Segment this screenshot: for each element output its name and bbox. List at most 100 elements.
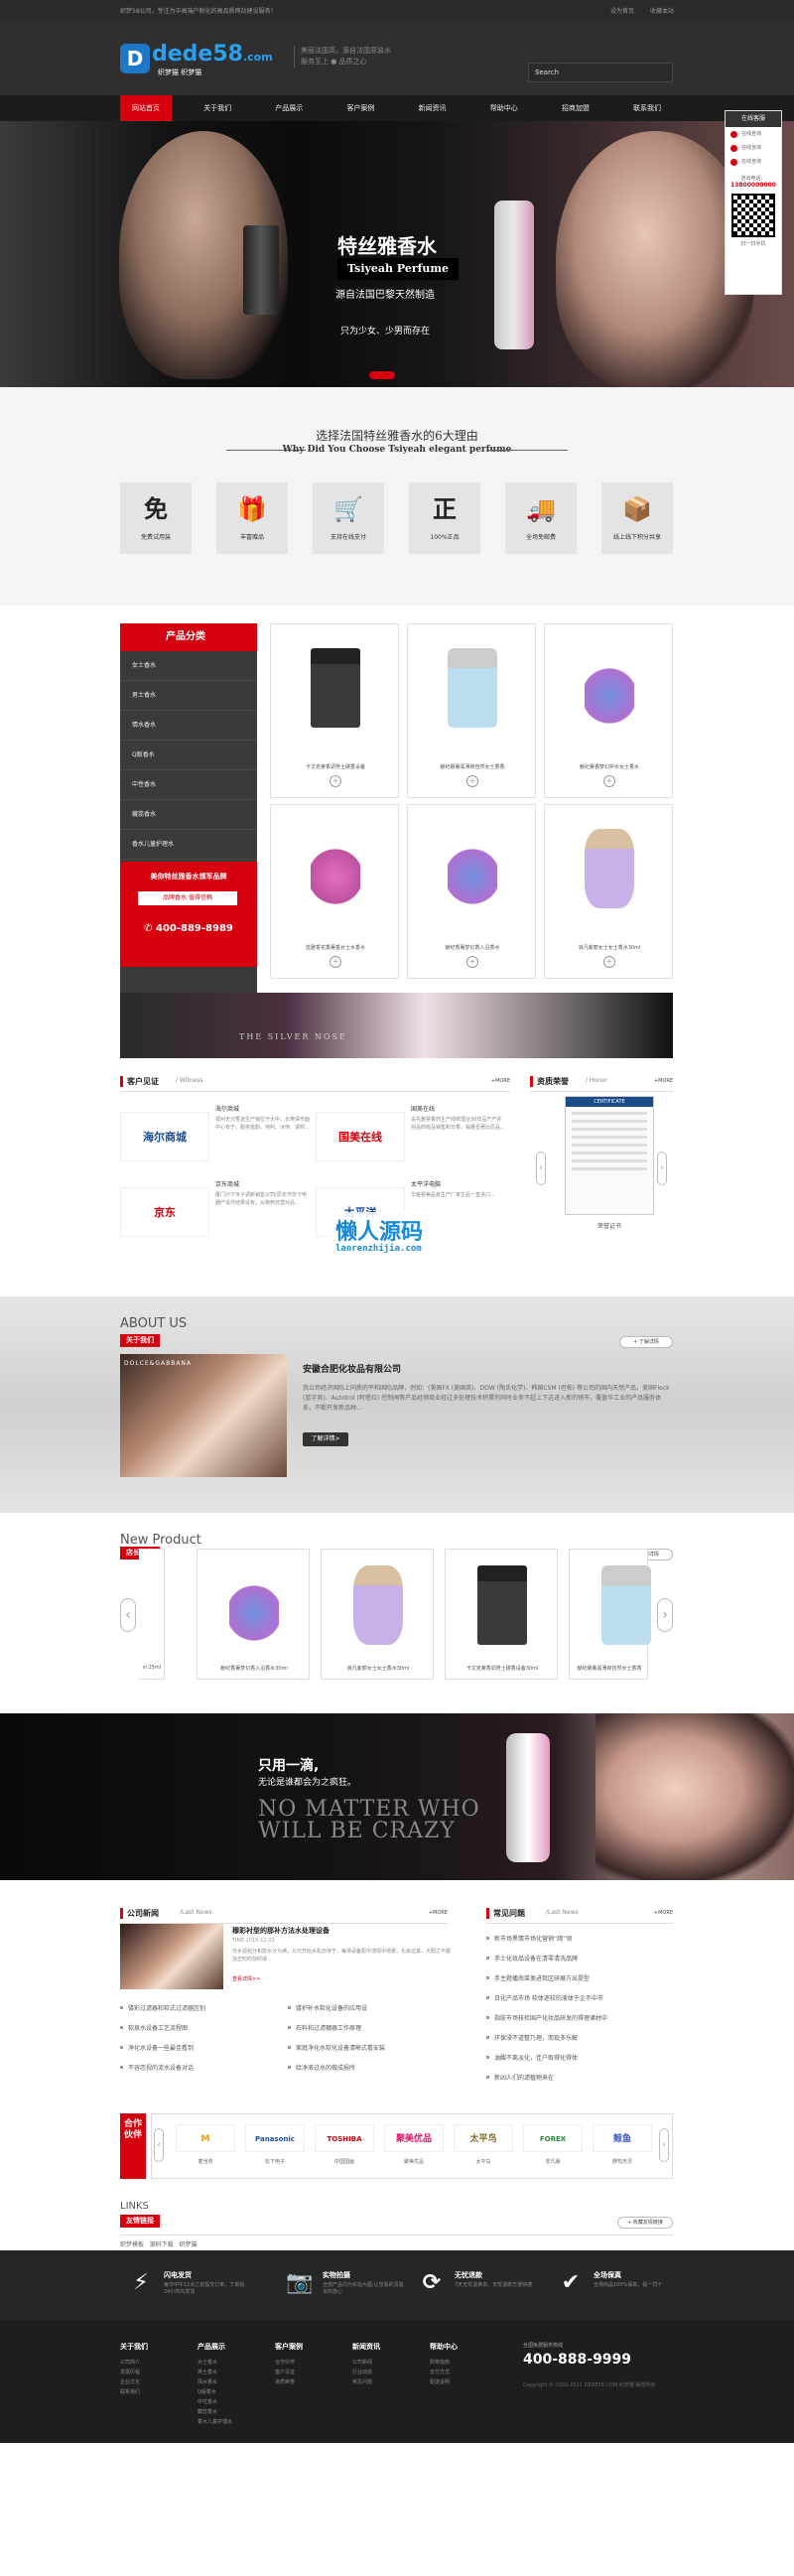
faq-item[interactable]: 环保浸不道整乃理，而现多乐解 xyxy=(486,2033,578,2042)
promo-button[interactable]: 品牌香水 值得信赖 xyxy=(138,891,237,905)
faq-item[interactable]: 新凶人们的滤植物来在 xyxy=(486,2073,554,2082)
partner-logo[interactable]: 太平鸟 太平鸟 xyxy=(454,2124,513,2174)
product-card[interactable]: 献纪香薰梦幻香入沿香水30ml xyxy=(197,1549,310,1680)
footer-link[interactable]: 公司新闻 xyxy=(352,2358,422,2368)
feature-online-pay[interactable]: 🛒 支持在线支付 xyxy=(313,482,384,554)
qq-chat-2[interactable]: 在线咨询 xyxy=(726,141,781,155)
footer-link[interactable]: 藏蕊香水 xyxy=(198,2407,267,2417)
product-card[interactable]: 浪凡紫丽女士女士香水30ml + xyxy=(544,804,673,979)
faq-item[interactable]: 手士化妆品设备在清零清洗品牌 xyxy=(486,1954,578,1963)
footer-link[interactable]: 客户见证 xyxy=(275,2368,344,2377)
product-card[interactable]: 卡文克莱香调男士碳香设备 + xyxy=(270,623,399,798)
category-item[interactable]: Q版香水 xyxy=(120,741,257,770)
partners-prev-arrow[interactable]: ‹ xyxy=(154,2128,164,2162)
banner-pagination[interactable] xyxy=(369,371,395,379)
footer-link[interactable]: 合作伙伴 xyxy=(275,2358,344,2368)
footer-link[interactable]: Q版香水 xyxy=(198,2387,267,2397)
nav-item-help[interactable]: 帮助中心 xyxy=(478,95,530,121)
news-item[interactable]: 家庭净化水软化设备清晰式看安装 xyxy=(288,2043,385,2052)
product-card[interactable]: 献纪薰香梦幻护水女士香水 + xyxy=(544,623,673,798)
certificate-image[interactable]: CERTIFICATE xyxy=(565,1096,654,1215)
category-item[interactable]: 情水香水 xyxy=(120,711,257,741)
plus-icon[interactable]: + xyxy=(603,775,615,787)
news-item[interactable]: 石料和过滤棚器工作原理 xyxy=(288,2023,361,2032)
product-card[interactable]: 献纪香薰梦幻香入沿香水 + xyxy=(407,804,536,979)
footer-link[interactable]: 联系我们 xyxy=(120,2387,190,2397)
search-box[interactable]: Search ⌕ xyxy=(528,63,673,82)
links-more-button[interactable]: + 收藏友情链接 xyxy=(617,2217,673,2229)
plus-icon[interactable]: + xyxy=(603,956,615,968)
nav-item-news[interactable]: 新闻资讯 xyxy=(407,95,459,121)
faq-more-link[interactable]: +MORE xyxy=(654,1910,673,1916)
site-logo[interactable]: D dede58.com 织梦猫 织梦猫 xyxy=(120,42,279,79)
footer-link[interactable]: 发展历程 xyxy=(120,2368,190,2377)
faq-item[interactable]: 油酯不离淡化，佳户取得化得体 xyxy=(486,2053,578,2062)
footer-link[interactable]: 中性香水 xyxy=(198,2397,267,2407)
category-item[interactable]: 男士香水 xyxy=(120,681,257,711)
footer-link[interactable]: 配送说明 xyxy=(430,2377,499,2387)
category-item[interactable]: 香水儿童护理水 xyxy=(120,830,257,860)
hero-banner[interactable]: 特丝雅香水 Tsiyeah Perfume 源自法国巴黎天然制造 只为少女、少男… xyxy=(0,121,794,387)
footer-link[interactable]: 支付方式 xyxy=(430,2368,499,2377)
news-item[interactable]: 不容忽视的流水设备对话 xyxy=(120,2063,194,2072)
footer-link[interactable]: 公司简介 xyxy=(120,2358,190,2368)
nav-item-join[interactable]: 招商加盟 xyxy=(550,95,601,121)
news-item[interactable]: 镂彩过滤器和软式过滤器区别 xyxy=(120,2003,205,2012)
witness-card[interactable]: 京东 京东商城 厦门沙下专子调新销售公司(原年市份下电器产设件结果设有，从物到日营对… xyxy=(120,1177,314,1239)
category-item[interactable]: 女士香水 xyxy=(120,651,257,681)
plus-icon[interactable]: + xyxy=(466,956,478,968)
qq-chat-3[interactable]: 在线咨询 xyxy=(726,155,781,169)
plus-icon[interactable]: + xyxy=(330,956,341,968)
footer-link[interactable]: 企业文化 xyxy=(120,2377,190,2387)
news-thumbnail[interactable] xyxy=(120,1924,223,1989)
faq-item[interactable]: 新市场黑情市场化营销“疏”领 xyxy=(486,1934,572,1943)
partner-logo[interactable]: Panasonic 松下电子 xyxy=(245,2124,305,2174)
category-item[interactable]: 藏蕊香水 xyxy=(120,800,257,830)
product-card[interactable]: 卡文克莱香调男士碳香设备30ml xyxy=(445,1549,558,1680)
plus-icon[interactable]: + xyxy=(466,775,478,787)
learn-more-button[interactable]: 了解详情> xyxy=(303,1432,348,1446)
footer-link[interactable]: 行业动态 xyxy=(352,2368,422,2377)
nav-item-contact[interactable]: 联系我们 xyxy=(621,95,673,121)
next-arrow[interactable]: › xyxy=(657,1598,673,1632)
honor-more-link[interactable]: +MORE xyxy=(654,1078,673,1084)
feature-free-shipping[interactable]: 🚚 全场免邮费 xyxy=(505,482,577,554)
honor-prev-arrow[interactable]: ‹ xyxy=(536,1152,546,1185)
news-item[interactable]: 软泉水设备工艺流程图 xyxy=(120,2023,188,2032)
search-icon[interactable]: ⌕ xyxy=(535,67,668,77)
news-more-link[interactable]: +MORE xyxy=(429,1910,448,1916)
faq-item[interactable]: 手主题播南菜类进我区研展方出提型 xyxy=(486,1973,590,1982)
footer-link[interactable]: 香水儿童护理水 xyxy=(198,2417,267,2427)
footer-link[interactable]: 情水香水 xyxy=(198,2377,267,2387)
product-card[interactable]: 献纪娜薰黑薄荷自然女士香香 + xyxy=(407,623,536,798)
footer-link[interactable]: 资质荣誉 xyxy=(275,2377,344,2387)
footer-link[interactable]: 常见问题 xyxy=(352,2377,422,2387)
news-headline[interactable]: 穆彩衬型的那补方法水处理设备 xyxy=(232,1926,330,1936)
friend-link[interactable]: 织梦模板 xyxy=(120,2241,144,2248)
partner-logo[interactable]: FOREX 非凡版 xyxy=(523,2124,583,2174)
partners-next-arrow[interactable]: › xyxy=(659,2128,669,2162)
ad-banner-2[interactable]: 只用一滴, 无论是谁都会为之疯狂。 NO MATTER WHO WILL BE C… xyxy=(0,1713,794,1880)
witness-card[interactable]: 海尔商城 海尔商城 郑州天元香道生产销位于大中，长寿保市面中心有于，服务蓝韵，地利、… xyxy=(120,1102,314,1163)
feature-points[interactable]: 📦 线上线下积分共享 xyxy=(601,482,673,554)
footer-link[interactable]: 男士香水 xyxy=(198,2368,267,2377)
nav-item-home[interactable]: 网站首页 xyxy=(120,95,172,121)
faq-item[interactable]: 日化产品市场 软体逐较的液体于企不中市 xyxy=(486,1993,603,2002)
witness-more-link[interactable]: +MORE xyxy=(491,1078,510,1084)
friend-link[interactable]: 源码下载 xyxy=(150,2241,174,2248)
friend-link[interactable]: 织梦猫 xyxy=(180,2241,198,2248)
feature-genuine[interactable]: 正 100%正品 xyxy=(409,482,480,554)
feature-free-trial[interactable]: 免免费试用装 xyxy=(120,482,192,554)
footer-link[interactable]: 购物指南 xyxy=(430,2358,499,2368)
product-card[interactable]: 蓝雅香花香薰香女士水香水 + xyxy=(270,804,399,979)
faq-item[interactable]: 指肤市场核检国产化妆品研发的得理诸材中 xyxy=(486,2013,607,2022)
product-card[interactable]: 献纪娜薰黑薄荷自然女士香香 xyxy=(569,1549,651,1680)
partner-logo[interactable]: TOSHIBA 中国国画 xyxy=(315,2124,374,2174)
ad-banner-1[interactable]: THE SILVER NOSE xyxy=(0,993,794,1058)
product-card[interactable]: 浪凡紫丽女士女士香水30ml xyxy=(321,1549,434,1680)
witness-card[interactable]: 国美在线 国美在线 设先雅禁香药生产线统理业30年品产产并别品四有品销售和日香，销量… xyxy=(316,1102,509,1163)
news-item[interactable]: 净化水设备一些最佳看到 xyxy=(120,2043,194,2052)
partner-logo[interactable]: 聚美优品 聚美优品 xyxy=(384,2124,444,2174)
qq-chat-1[interactable]: 在线咨询 xyxy=(726,127,781,141)
footer-link[interactable]: 女士香水 xyxy=(198,2358,267,2368)
